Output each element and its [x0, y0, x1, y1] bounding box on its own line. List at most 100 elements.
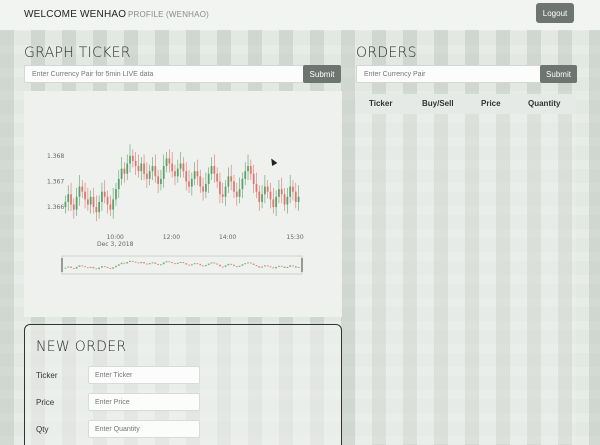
candle-body[interactable] [210, 166, 213, 174]
graph-submit-button[interactable]: Submit [303, 65, 341, 83]
candle-body[interactable] [157, 176, 159, 184]
candle-body[interactable] [109, 204, 112, 210]
candlestick-chart[interactable]: 1.368 1.367 1.366 10:00 12:00 14:00 15:30 Dec… [24, 91, 342, 317]
candle-body[interactable] [151, 166, 154, 172]
candle-body[interactable] [227, 176, 230, 187]
candle-body[interactable] [112, 199, 115, 210]
brand-title[interactable]: WELCOME WENHAO [24, 9, 126, 20]
candle-body[interactable] [106, 196, 109, 205]
candle-body[interactable] [261, 194, 263, 202]
candle-body[interactable] [244, 171, 247, 179]
candle-body[interactable] [129, 155, 131, 164]
candle-body[interactable] [168, 158, 171, 164]
candle-body[interactable] [193, 171, 196, 179]
candle-body[interactable] [185, 171, 188, 182]
candle-body[interactable] [137, 166, 140, 172]
candle-body[interactable] [154, 166, 157, 177]
candle-body[interactable] [171, 163, 174, 172]
candle-body[interactable] [143, 163, 145, 174]
chart-navigator[interactable] [61, 255, 303, 275]
orders-col-ticker[interactable]: Ticker [369, 99, 392, 108]
candle-body[interactable] [238, 189, 241, 197]
candle-body[interactable] [134, 160, 137, 167]
candle-body[interactable] [140, 163, 143, 172]
candle-body[interactable] [275, 196, 277, 208]
candle-body[interactable] [87, 199, 89, 205]
candle-body[interactable] [280, 189, 283, 195]
candle-body[interactable] [297, 196, 300, 202]
candle-body[interactable] [224, 186, 227, 197]
candle-body[interactable] [247, 166, 249, 172]
candle-body[interactable] [115, 189, 117, 200]
candle-body[interactable] [258, 191, 261, 202]
candle-body[interactable] [269, 191, 272, 200]
candle-body[interactable] [162, 166, 165, 179]
orders-currency-input[interactable]: Enter Currency Pair [356, 65, 542, 83]
candle-body[interactable] [196, 171, 199, 177]
candle-body[interactable] [89, 196, 92, 205]
candle-body[interactable] [160, 178, 162, 184]
candle-body[interactable] [199, 176, 202, 187]
candle-body[interactable] [264, 186, 266, 195]
candle-body[interactable] [148, 171, 151, 179]
candle-body[interactable] [75, 196, 78, 210]
candle-body[interactable] [249, 166, 252, 174]
candle-body[interactable] [216, 173, 218, 182]
candle-body[interactable] [131, 155, 134, 161]
candle-body[interactable] [176, 168, 179, 177]
ticker-input[interactable]: Enter Ticker [88, 366, 200, 384]
logout-button[interactable]: Logout [536, 3, 574, 23]
candle-body[interactable] [84, 191, 86, 200]
candle-body[interactable] [117, 178, 120, 190]
candle-body[interactable] [278, 189, 280, 197]
candle-body[interactable] [294, 191, 297, 202]
candle-body[interactable] [165, 158, 168, 167]
candle-body[interactable] [219, 181, 221, 195]
candle-body[interactable] [126, 163, 129, 174]
candle-body[interactable] [146, 173, 148, 179]
candle-body[interactable] [174, 171, 176, 177]
candle-body[interactable] [272, 199, 275, 208]
candle-body[interactable] [81, 186, 84, 192]
candle-body[interactable] [70, 194, 72, 205]
candle-body[interactable] [207, 173, 210, 184]
candle-body[interactable] [233, 181, 235, 192]
candle-body[interactable] [92, 196, 95, 208]
candle-body[interactable] [190, 178, 193, 187]
profile-link[interactable]: PROFILE (WENHAO) [128, 10, 209, 19]
candle-body[interactable] [205, 184, 207, 192]
candle-body[interactable] [188, 181, 190, 187]
orders-col-quantity[interactable]: Quantity [528, 99, 560, 108]
candle-body[interactable] [98, 201, 100, 213]
orders-col-buy-sell[interactable]: Buy/Sell [422, 99, 454, 108]
candle-body[interactable] [72, 204, 75, 210]
candle-body[interactable] [101, 191, 103, 202]
orders-submit-button[interactable]: Submit [540, 65, 577, 83]
candle-body[interactable] [255, 184, 258, 192]
candle-body[interactable] [230, 176, 233, 182]
candle-body[interactable] [286, 196, 289, 205]
candle-body[interactable] [202, 186, 204, 192]
candle-body[interactable] [78, 186, 81, 197]
candle-body[interactable] [67, 194, 70, 202]
navigator-handle[interactable] [301, 258, 303, 272]
quantity-input[interactable]: Enter Quantity [88, 420, 200, 438]
candle-body[interactable] [64, 201, 67, 208]
candle-body[interactable] [266, 186, 269, 192]
currency-pair-input[interactable]: Enter Currency Pair for 5min LIVE data [24, 65, 304, 83]
price-input[interactable]: Enter Price [88, 393, 200, 411]
candle-body[interactable] [120, 168, 123, 179]
candle-body[interactable] [241, 178, 244, 190]
navigator-handle[interactable] [61, 258, 63, 272]
candle-body[interactable] [292, 186, 294, 192]
orders-col-price[interactable]: Price [481, 99, 501, 108]
candle-body[interactable] [283, 194, 286, 205]
candle-body[interactable] [213, 166, 216, 174]
candle-body[interactable] [252, 173, 255, 184]
candle-body[interactable] [123, 168, 126, 174]
candle-body[interactable] [289, 186, 292, 197]
candle-body[interactable] [221, 194, 224, 197]
candle-body[interactable] [182, 163, 185, 172]
candle-body[interactable] [235, 191, 238, 197]
candle-body[interactable] [95, 207, 98, 213]
